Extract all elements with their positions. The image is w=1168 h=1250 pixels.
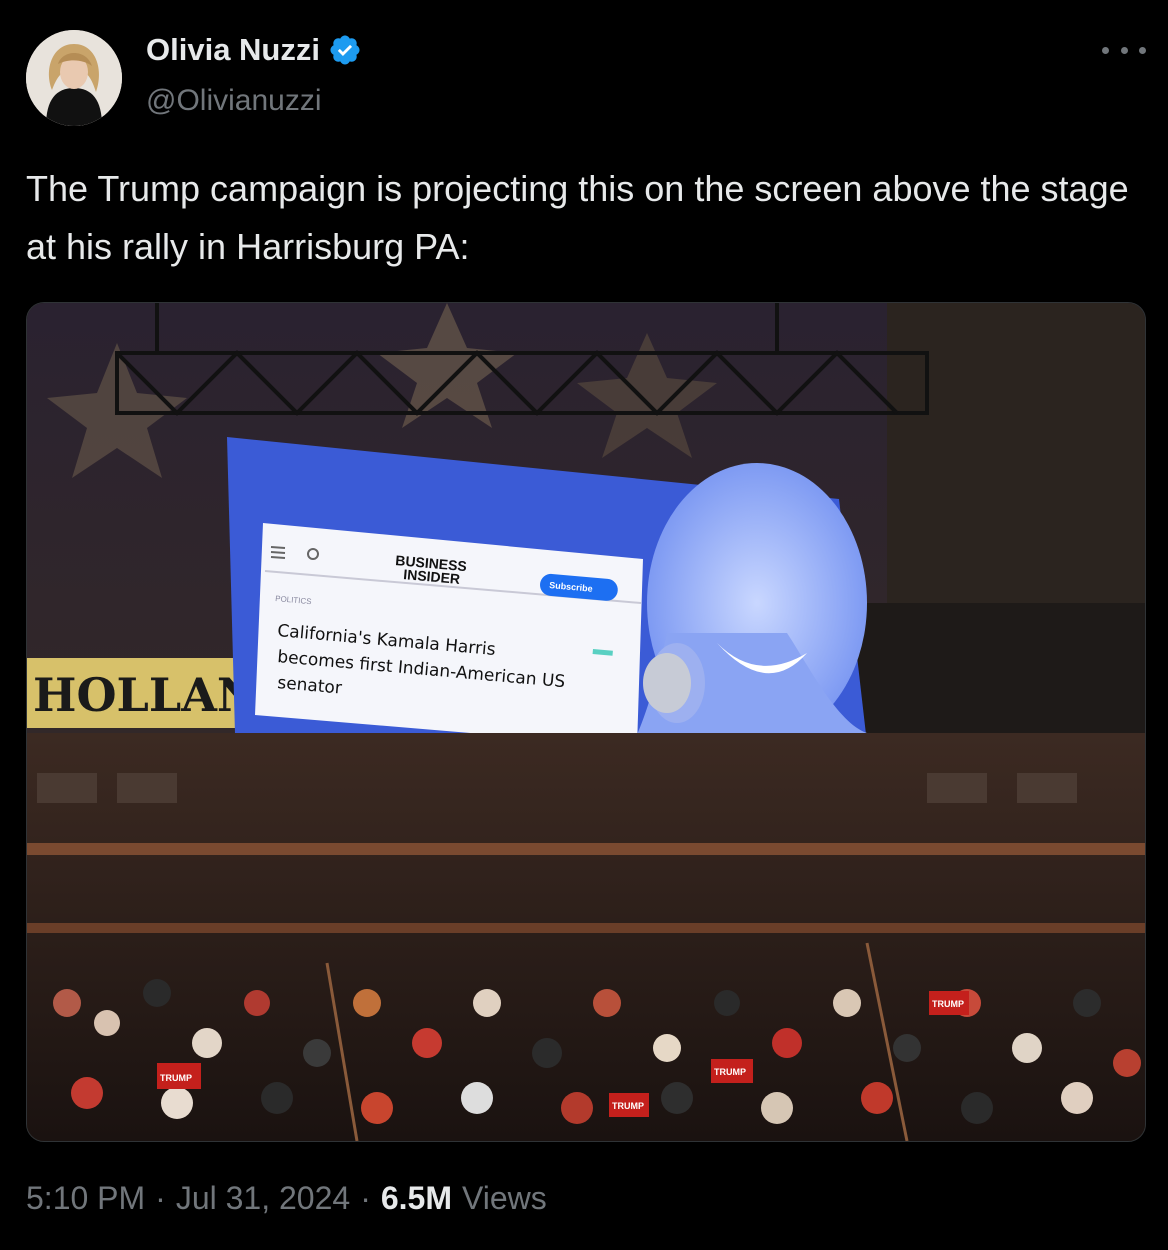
more-options-icon[interactable]	[1102, 40, 1146, 60]
views-label: Views	[461, 1180, 547, 1216]
crowd-sign-2: TRUMP	[612, 1101, 644, 1111]
tweet-meta: 5:10 PM · Jul 31, 2024 · 6.5M Views	[26, 1180, 547, 1217]
views-count: 6.5M	[380, 1180, 452, 1216]
user-handle[interactable]: @Olivianuzzi	[146, 84, 322, 118]
avatar[interactable]	[26, 30, 122, 126]
crowd-sign-3: TRUMP	[714, 1067, 746, 1077]
profile-photo-icon	[26, 30, 122, 126]
dot	[1139, 46, 1146, 54]
rally-photo: HOLLAN BUSINESS INSIDER Subscribe POLITI…	[27, 303, 1145, 1141]
crowd-sign-1: TRUMP	[160, 1073, 192, 1083]
separator: ·	[360, 1180, 371, 1216]
dot	[1102, 46, 1109, 54]
tweet-date[interactable]: Jul 31, 2024	[176, 1180, 350, 1217]
crowd-sign-4: TRUMP	[932, 999, 964, 1009]
separator: ·	[155, 1180, 166, 1216]
dot	[1120, 46, 1128, 54]
verified-badge-icon[interactable]	[328, 33, 362, 67]
arena-banner-text: HOLLAN	[33, 668, 259, 722]
tweet-text: The Trump campaign is projecting this on…	[26, 168, 1129, 267]
tweet-media[interactable]: HOLLAN BUSINESS INSIDER Subscribe POLITI…	[26, 302, 1146, 1142]
display-name[interactable]: Olivia Nuzzi	[146, 32, 320, 68]
tweet-time[interactable]: 5:10 PM	[26, 1180, 145, 1217]
